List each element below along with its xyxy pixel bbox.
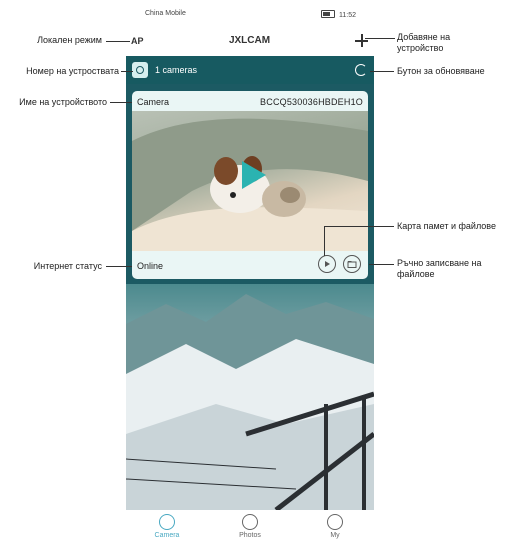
device-serial: BCCQ530036HBDEH1O bbox=[260, 97, 363, 107]
device-card[interactable]: Camera BCCQ530036HBDEH1O Online bbox=[132, 91, 368, 279]
battery-icon bbox=[321, 10, 336, 18]
annotation-leader bbox=[369, 264, 394, 265]
annotation-leader bbox=[110, 102, 132, 103]
tab-my-label: My bbox=[330, 532, 340, 539]
annotation-leader bbox=[370, 71, 394, 72]
annotation-leader bbox=[121, 71, 133, 72]
tab-my[interactable]: My bbox=[305, 514, 365, 539]
carrier-name: China Mobile bbox=[145, 10, 186, 17]
online-status: Online bbox=[137, 261, 164, 271]
play-circle-icon bbox=[325, 261, 330, 267]
tab-photos-label: Photos bbox=[239, 532, 261, 539]
annotation-local-mode: Локален режим bbox=[37, 35, 102, 45]
annotation-leader bbox=[106, 41, 130, 42]
status-right: 11:52 bbox=[321, 10, 356, 19]
annotation-leader bbox=[324, 226, 325, 256]
tab-camera[interactable]: Camera bbox=[137, 514, 197, 539]
device-name: Camera bbox=[137, 97, 170, 107]
device-count: 1 cameras bbox=[155, 65, 198, 75]
memory-card-playback-button[interactable] bbox=[318, 255, 336, 273]
app-title: JXLCAM bbox=[228, 35, 271, 46]
clock: 11:52 bbox=[339, 12, 356, 19]
annotation-device-name: Име на устройството bbox=[19, 97, 107, 107]
mountain-scene bbox=[126, 294, 374, 510]
folder-icon bbox=[347, 261, 357, 268]
manual-recording-files-button[interactable] bbox=[343, 255, 361, 273]
bottom-tab-bar: Camera Photos My bbox=[123, 512, 376, 542]
add-device-button[interactable] bbox=[355, 30, 369, 52]
annotation-leader bbox=[324, 226, 394, 227]
annotation-memory-card: Карта памет и файлове bbox=[397, 221, 496, 231]
device-list-area: 1 cameras Camera BCCQ530036HBDEH1O Onlin… bbox=[126, 56, 374, 510]
phone-screen: China Mobile 11:52 AP JXLCAM 1 cameras C… bbox=[123, 0, 376, 542]
play-icon[interactable] bbox=[236, 159, 268, 191]
annotation-refresh-button: Бутон за обновяване bbox=[397, 66, 485, 76]
user-tab-icon bbox=[327, 514, 343, 530]
annotation-leader bbox=[106, 266, 132, 267]
annotation-internet-status: Интернет статус bbox=[33, 261, 102, 271]
camera-tab-icon bbox=[159, 514, 175, 530]
annotation-device-count: Номер на устроствата bbox=[26, 66, 119, 76]
refresh-icon[interactable] bbox=[355, 64, 367, 76]
status-bar: China Mobile 11:52 bbox=[123, 6, 376, 22]
camera-preview-thumbnail[interactable] bbox=[132, 111, 368, 251]
annotation-manual-recording: Ръчно записване на файлове bbox=[397, 258, 482, 279]
annotation-leader bbox=[365, 38, 395, 39]
tab-photos[interactable]: Photos bbox=[220, 514, 280, 539]
photos-tab-icon bbox=[242, 514, 258, 530]
annotation-add-device: Добавяне на устройство bbox=[397, 32, 451, 53]
camera-device-icon bbox=[132, 62, 148, 78]
device-count-bar: 1 cameras bbox=[126, 56, 374, 84]
tab-camera-label: Camera bbox=[154, 532, 180, 539]
top-bar: AP JXLCAM bbox=[123, 30, 376, 52]
background-landscape-image bbox=[126, 284, 374, 510]
